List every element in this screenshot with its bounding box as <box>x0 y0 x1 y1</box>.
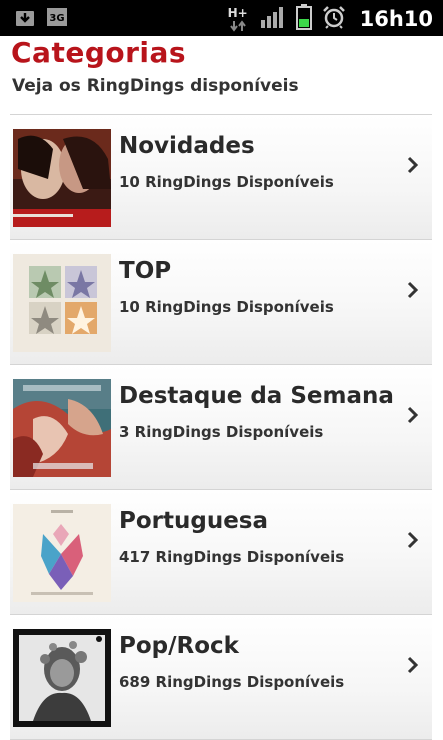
chevron-right-icon <box>406 155 420 175</box>
alarm-icon <box>322 5 346 33</box>
category-count: 689 RingDings Disponíveis <box>119 673 345 691</box>
page-header: Categorias Veja os RingDings disponíveis <box>0 36 443 112</box>
album-cover-thumbnail <box>13 379 111 477</box>
download-icon <box>14 6 36 28</box>
category-title: Pop/Rock <box>119 633 239 659</box>
page-title: Categorias <box>11 36 187 69</box>
network-h-plus-icon: H+ <box>228 6 250 32</box>
category-count: 3 RingDings Disponíveis <box>119 423 324 441</box>
category-list: Novidades 10 RingDings Disponíveis TOP 1… <box>10 114 432 740</box>
chevron-right-icon <box>406 530 420 550</box>
category-title: Portuguesa <box>119 508 269 534</box>
album-cover-thumbnail <box>13 504 111 602</box>
category-item-novidades[interactable]: Novidades 10 RingDings Disponíveis <box>10 114 432 239</box>
category-item-top[interactable]: TOP 10 RingDings Disponíveis <box>10 239 432 364</box>
category-item-destaque-da-semana[interactable]: Destaque da Semana 3 RingDings Disponíve… <box>10 364 432 489</box>
category-title: Destaque da Semana <box>119 383 394 409</box>
category-count: 10 RingDings Disponíveis <box>119 173 334 191</box>
page-subtitle: Veja os RingDings disponíveis <box>12 76 299 96</box>
category-count: 417 RingDings Disponíveis <box>119 548 345 566</box>
category-title: TOP <box>119 258 172 284</box>
category-item-pop-rock[interactable]: Pop/Rock 689 RingDings Disponíveis <box>10 614 432 740</box>
category-title: Novidades <box>119 133 255 159</box>
album-cover-thumbnail <box>13 254 111 352</box>
album-cover-thumbnail <box>13 129 111 227</box>
category-item-portuguesa[interactable]: Portuguesa 417 RingDings Disponíveis <box>10 489 432 614</box>
chevron-right-icon <box>406 655 420 675</box>
chevron-right-icon <box>406 405 420 425</box>
chevron-right-icon <box>406 280 420 300</box>
3g-icon: 3G <box>46 6 68 28</box>
category-count: 10 RingDings Disponíveis <box>119 298 334 316</box>
battery-icon <box>295 4 312 34</box>
network-type-label: H+ <box>227 6 248 20</box>
status-bar: 3G H+ 16h10 <box>0 0 443 36</box>
svg-text:3G: 3G <box>49 13 64 24</box>
signal-icon <box>260 6 286 32</box>
album-cover-thumbnail <box>13 629 111 727</box>
clock: 16h10 <box>359 7 433 31</box>
